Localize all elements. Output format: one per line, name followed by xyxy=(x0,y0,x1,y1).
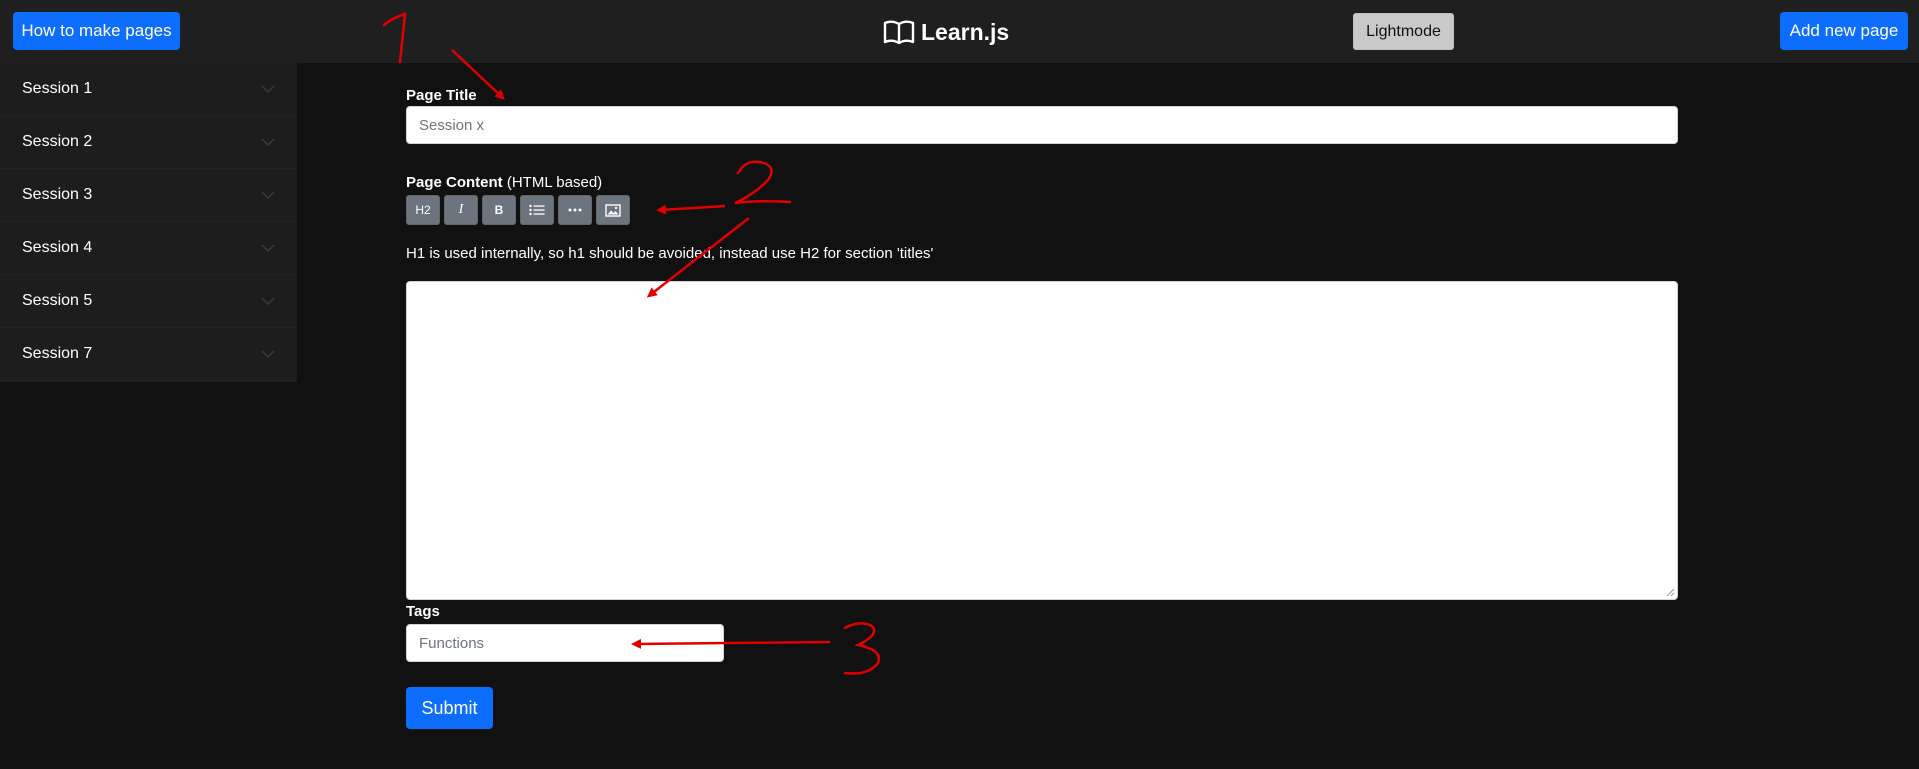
sidebar-item-session-4[interactable]: Session 4 xyxy=(0,222,297,275)
h2-button[interactable]: H2 xyxy=(406,195,440,225)
brand[interactable]: Learn.js xyxy=(883,17,1009,47)
page-content-label: Page Content (HTML based) xyxy=(406,174,602,191)
navbar: How to make pages Learn.js Lightmode Add… xyxy=(0,0,1919,63)
how-to-make-pages-button[interactable]: How to make pages xyxy=(13,12,180,50)
resize-grip-icon[interactable] xyxy=(1665,587,1675,597)
sidebar: Session 1 Session 2 Session 3 Session 4 … xyxy=(0,63,297,382)
page-content-textarea[interactable] xyxy=(406,281,1678,600)
bold-icon: B xyxy=(494,203,504,217)
sidebar-item-session-3[interactable]: Session 3 xyxy=(0,169,297,222)
brand-name: Learn.js xyxy=(921,18,1010,45)
book-icon xyxy=(883,20,915,45)
chevron-down-icon xyxy=(261,191,275,199)
annotation-arrow-2a xyxy=(656,204,726,215)
list-button[interactable] xyxy=(520,195,554,225)
page-title-placeholder: Session x xyxy=(419,116,485,134)
page-content-label-text: Page Content xyxy=(406,174,503,191)
sidebar-item-label: Session 3 xyxy=(22,186,93,203)
tags-placeholder: Functions xyxy=(419,634,485,652)
editor-toolbar: H2 I B xyxy=(406,195,630,225)
sidebar-item-label: Session 7 xyxy=(22,345,93,362)
submit-button[interactable]: Submit xyxy=(406,687,493,729)
chevron-down-icon xyxy=(261,297,275,305)
tags-label: Tags xyxy=(406,603,440,620)
h2-label: H2 xyxy=(415,203,431,217)
add-new-page-button[interactable]: Add new page xyxy=(1780,12,1908,50)
tags-input[interactable]: Functions xyxy=(406,624,724,662)
chevron-down-icon xyxy=(261,85,275,93)
page-title-label: Page Title xyxy=(406,87,477,104)
lightmode-toggle-button[interactable]: Lightmode xyxy=(1353,13,1454,50)
image-icon xyxy=(605,203,621,217)
page-content-label-note: (HTML based) xyxy=(506,174,603,191)
italic-button[interactable]: I xyxy=(444,195,478,225)
italic-icon: I xyxy=(458,202,464,217)
chevron-down-icon xyxy=(261,350,275,358)
image-button[interactable] xyxy=(596,195,630,225)
bold-button[interactable]: B xyxy=(482,195,516,225)
sidebar-item-label: Session 1 xyxy=(22,80,93,97)
more-icon xyxy=(568,208,582,212)
more-button[interactable] xyxy=(558,195,592,225)
content-hint-text: H1 is used internally, so h1 should be a… xyxy=(406,245,934,262)
sidebar-item-session-1[interactable]: Session 1 xyxy=(0,63,297,116)
sidebar-item-session-2[interactable]: Session 2 xyxy=(0,116,297,169)
sidebar-item-session-5[interactable]: Session 5 xyxy=(0,275,297,328)
annotation-mark-3 xyxy=(843,622,881,675)
sidebar-item-label: Session 5 xyxy=(22,292,93,309)
sidebar-item-session-7[interactable]: Session 7 xyxy=(0,328,297,381)
sidebar-item-label: Session 2 xyxy=(22,133,93,150)
page-title-input[interactable]: Session x xyxy=(406,106,1678,144)
chevron-down-icon xyxy=(261,138,275,146)
sidebar-item-label: Session 4 xyxy=(22,239,93,256)
chevron-down-icon xyxy=(261,244,275,252)
list-icon xyxy=(529,204,545,216)
annotation-mark-2 xyxy=(734,160,792,205)
